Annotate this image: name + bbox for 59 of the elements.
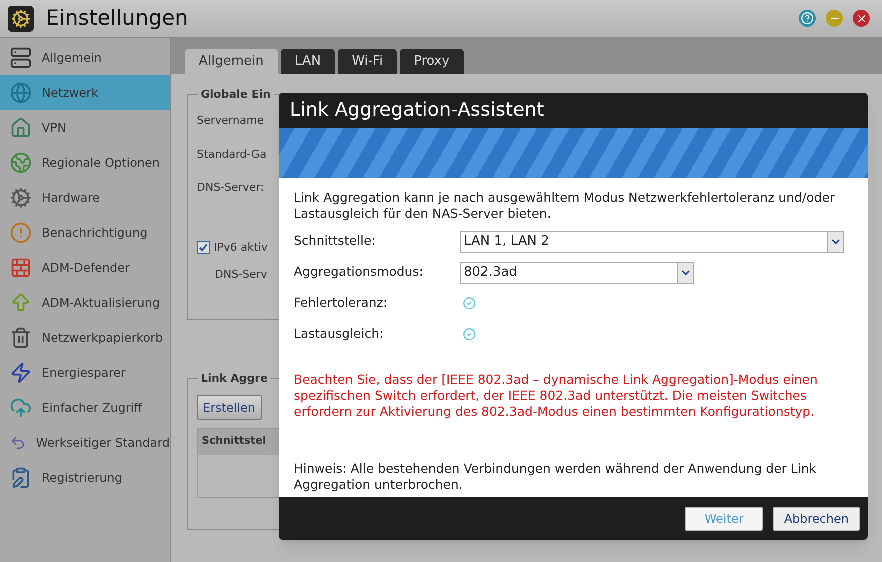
brick-wall-icon: [10, 256, 32, 278]
help-icon: [801, 12, 814, 25]
sidebar-item[interactable]: Energiesparer: [0, 355, 170, 390]
field-label: DNS-Server:: [197, 180, 264, 196]
trash-icon: [10, 326, 32, 348]
sidebar-item[interactable]: Netzwerkpapierkorb: [0, 320, 170, 355]
clipboard-icon: [10, 466, 32, 488]
tab[interactable]: Wi-Fi: [338, 49, 398, 74]
alert-icon: [10, 222, 32, 244]
sidebar-item[interactable]: Regionale Optionen: [0, 145, 170, 180]
sidebar-item[interactable]: Hardware: [0, 180, 170, 215]
dropdown-button[interactable]: [677, 262, 693, 282]
tab[interactable]: Allgemein: [185, 49, 278, 74]
select-field[interactable]: LAN 1, LAN 2: [460, 230, 844, 252]
cancel-button[interactable]: Abbrechen: [773, 506, 860, 530]
lightning-icon: [10, 362, 32, 384]
field-label: Schnittstelle:: [294, 232, 377, 250]
minimize-button[interactable]: [826, 10, 843, 27]
tab[interactable]: LAN: [280, 49, 336, 74]
check-circle-icon: [463, 328, 476, 341]
sidebar-item[interactable]: ADM-Defender: [0, 250, 170, 285]
checkbox-label: IPv6 aktiv: [214, 240, 268, 256]
create-button[interactable]: Erstellen: [197, 395, 262, 420]
tab[interactable]: Proxy: [400, 49, 464, 74]
dropdown-button[interactable]: [827, 232, 843, 252]
checkbox[interactable]: [197, 241, 210, 254]
select-field[interactable]: 802.3ad: [460, 262, 694, 284]
field-label: Aggregationsmodus:: [294, 263, 424, 282]
group-legend: Link Aggre: [198, 371, 271, 388]
field-label: Lastausgleich:: [294, 325, 385, 344]
server-icon: [10, 46, 32, 68]
sidebar-item[interactable]: Allgemein: [0, 40, 170, 75]
house-icon: [10, 116, 32, 138]
note-text: Hinweis: Alle bestehenden Verbindungen werden während der Anwendung der Link Aggregation unterbrochen.: [294, 461, 818, 493]
field-label: Servername: [197, 113, 264, 129]
close-button[interactable]: [853, 10, 870, 27]
sidebar-item[interactable]: Werkseitiger Standard: [0, 425, 170, 460]
close-icon: [856, 12, 868, 24]
gear-icon: [10, 186, 32, 208]
check-circle-icon: [463, 297, 476, 310]
next-button[interactable]: Weiter: [685, 506, 764, 530]
earth-icon: [10, 152, 32, 174]
window-title: Einstellungen: [46, 4, 188, 32]
cloud-upload-icon: [10, 396, 32, 418]
sidebar-item[interactable]: VPN: [0, 110, 170, 145]
sidebar-item[interactable]: Netzwerk: [0, 75, 170, 110]
globe-icon: [10, 82, 32, 104]
intro-text: Link Aggregation kann je nach ausgewähltem Modus Netzwerkfehlertoleranz und/oder Lastausgleich für den NAS-Server bieten.: [294, 190, 836, 222]
field-label: DNS-Serv: [214, 267, 268, 283]
sidebar-item[interactable]: ADM-Aktualisierung: [0, 285, 170, 320]
sidebar-item[interactable]: Benachrichtigung: [0, 215, 170, 250]
arrow-up-icon: [10, 292, 32, 314]
sidebar-item[interactable]: Einfacher Zugriff: [0, 390, 170, 425]
warning-text: Beachten Sie, dass der [IEEE 802.3ad – dynamische Link Aggregation]-Modus einen spezifischen Switch erfordert, der IEEE 802.3ad unterstützt. Die meisten Switches erfordern zur Aktivierung des 802.3ad-Modus einen bestimmten Konfigurationstyp.: [294, 372, 819, 420]
field-label: Standard-Ga: [197, 146, 267, 162]
help-button[interactable]: [799, 10, 816, 27]
dialog-title: Link Aggregation-Assistent: [289, 98, 546, 124]
sidebar-item[interactable]: Registrierung: [0, 460, 170, 495]
field-label: Fehlertoleranz:: [294, 294, 389, 312]
